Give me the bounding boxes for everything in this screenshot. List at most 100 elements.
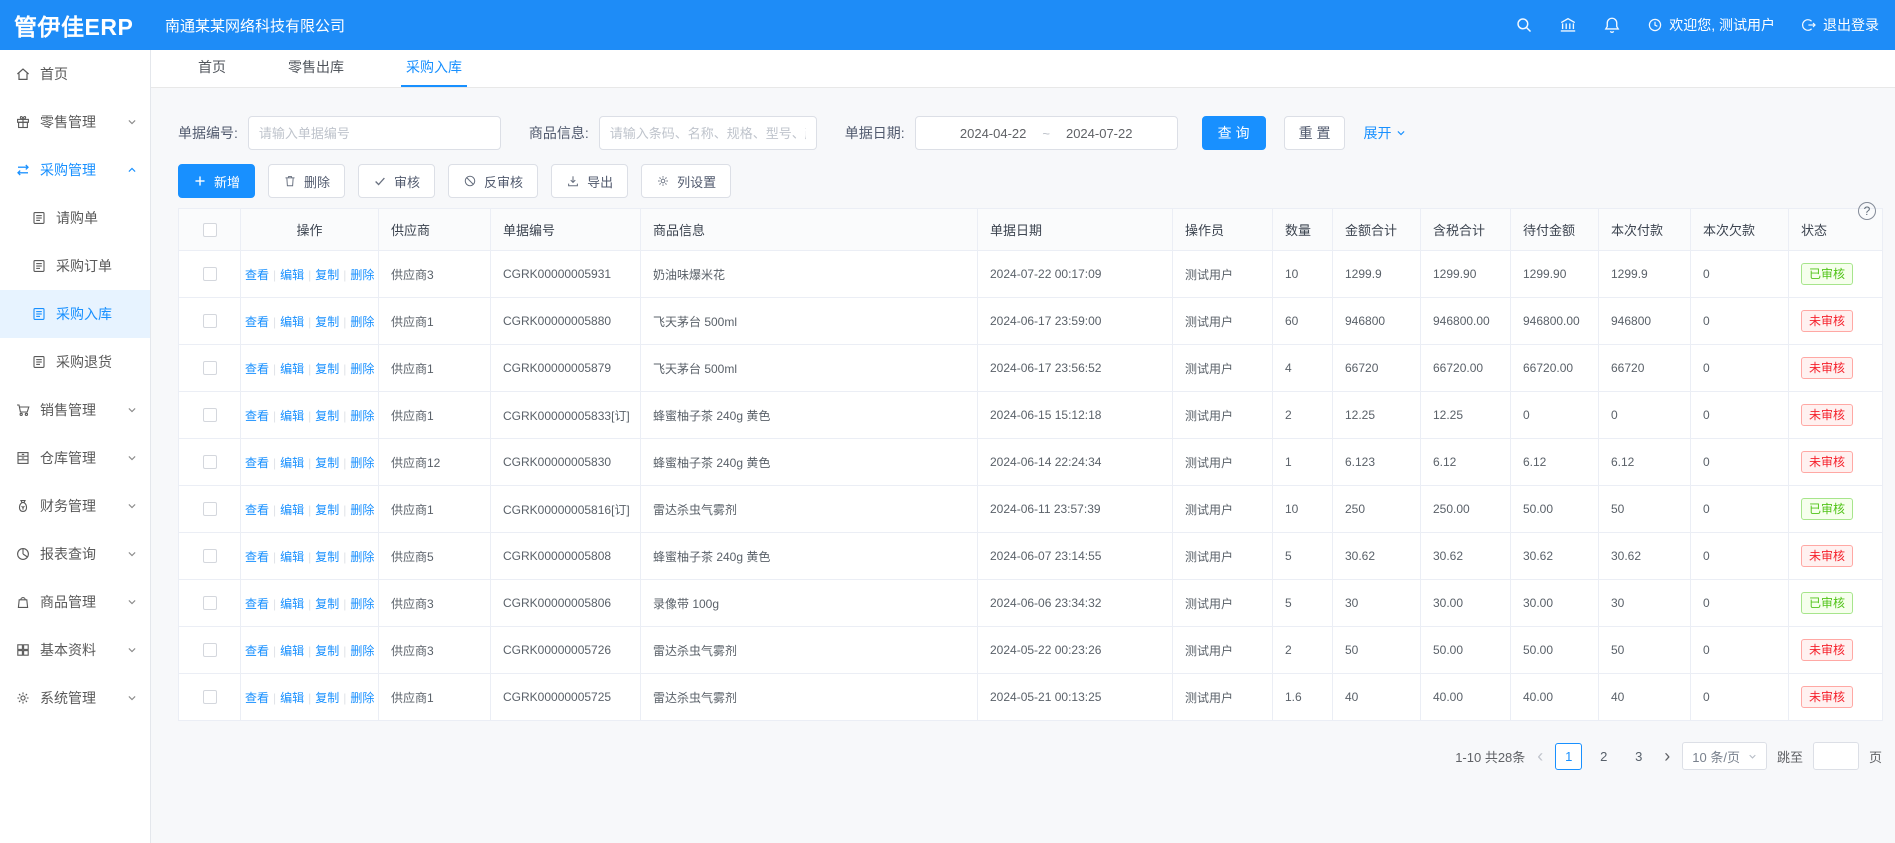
edit-link[interactable]: 编辑 bbox=[280, 362, 304, 376]
delete-link[interactable]: 删除 bbox=[350, 362, 374, 376]
view-link[interactable]: 查看 bbox=[245, 691, 269, 705]
order-no-input[interactable] bbox=[248, 116, 501, 150]
sidebar-item-basic-data[interactable]: 基本资料 bbox=[0, 626, 150, 674]
view-link[interactable]: 查看 bbox=[245, 456, 269, 470]
copy-link[interactable]: 复制 bbox=[315, 503, 339, 517]
delete-link[interactable]: 删除 bbox=[350, 268, 374, 282]
page-button-1[interactable]: 1 bbox=[1555, 743, 1582, 770]
copy-link[interactable]: 复制 bbox=[315, 691, 339, 705]
view-link[interactable]: 查看 bbox=[245, 503, 269, 517]
delete-link[interactable]: 删除 bbox=[350, 315, 374, 329]
sidebar-item-purchase-request[interactable]: 请购单 bbox=[0, 194, 150, 242]
copy-link[interactable]: 复制 bbox=[315, 315, 339, 329]
sidebar-item-system[interactable]: 系统管理 bbox=[0, 674, 150, 722]
next-page-button[interactable]: › bbox=[1662, 743, 1672, 769]
copy-link[interactable]: 复制 bbox=[315, 268, 339, 282]
delete-link[interactable]: 删除 bbox=[350, 597, 374, 611]
prev-page-button[interactable]: ‹ bbox=[1535, 743, 1545, 769]
sidebar-item-products[interactable]: 商品管理 bbox=[0, 578, 150, 626]
sidebar-item-purchase-return[interactable]: 采购退货 bbox=[0, 338, 150, 386]
edit-link[interactable]: 编辑 bbox=[280, 550, 304, 564]
audit-button[interactable]: 审核 bbox=[358, 164, 435, 198]
sidebar-item-finance[interactable]: 财务管理 bbox=[0, 482, 150, 530]
sidebar-item-purchase-inbound[interactable]: 采购入库 bbox=[0, 290, 150, 338]
date-start[interactable]: 2024-04-22 bbox=[960, 126, 1027, 141]
sidebar-item-warehouse[interactable]: 仓库管理 bbox=[0, 434, 150, 482]
edit-link[interactable]: 编辑 bbox=[280, 315, 304, 329]
edit-link[interactable]: 编辑 bbox=[280, 644, 304, 658]
row-checkbox[interactable] bbox=[203, 502, 217, 516]
bank-icon[interactable] bbox=[1559, 16, 1577, 34]
row-checkbox[interactable] bbox=[203, 596, 217, 610]
sidebar-item-purchase-order[interactable]: 采购订单 bbox=[0, 242, 150, 290]
copy-link[interactable]: 复制 bbox=[315, 409, 339, 423]
row-checkbox[interactable] bbox=[203, 455, 217, 469]
search-button[interactable]: 查 询 bbox=[1202, 116, 1266, 150]
reset-button[interactable]: 重 置 bbox=[1284, 116, 1346, 150]
row-checkbox[interactable] bbox=[203, 267, 217, 281]
tab-home[interactable]: 首页 bbox=[193, 50, 231, 87]
add-button[interactable]: 新增 bbox=[178, 164, 255, 198]
jump-page-input[interactable] bbox=[1813, 742, 1859, 770]
delete-link[interactable]: 删除 bbox=[350, 409, 374, 423]
edit-link[interactable]: 编辑 bbox=[280, 456, 304, 470]
row-checkbox[interactable] bbox=[203, 643, 217, 657]
delete-link[interactable]: 删除 bbox=[350, 644, 374, 658]
row-checkbox[interactable] bbox=[203, 408, 217, 422]
export-button[interactable]: 导出 bbox=[551, 164, 628, 198]
view-link[interactable]: 查看 bbox=[245, 315, 269, 329]
doc-icon bbox=[31, 258, 47, 274]
sidebar-item-home[interactable]: 首页 bbox=[0, 50, 150, 98]
view-link[interactable]: 查看 bbox=[245, 409, 269, 423]
row-checkbox[interactable] bbox=[203, 549, 217, 563]
delete-link[interactable]: 删除 bbox=[350, 691, 374, 705]
cell-qty: 1 bbox=[1273, 439, 1333, 486]
select-all-checkbox[interactable] bbox=[203, 223, 217, 237]
date-range-picker[interactable]: 2024-04-22 ~ 2024-07-22 bbox=[915, 116, 1178, 150]
tab-retail-outbound[interactable]: 零售出库 bbox=[283, 50, 349, 87]
view-link[interactable]: 查看 bbox=[245, 362, 269, 376]
page-button-2[interactable]: 2 bbox=[1590, 743, 1617, 770]
sidebar-item-label: 基本资料 bbox=[40, 640, 96, 660]
sidebar-item-purchase[interactable]: 采购管理 bbox=[0, 146, 150, 194]
page-size-select[interactable]: 10 条/页 bbox=[1682, 742, 1767, 770]
view-link[interactable]: 查看 bbox=[245, 550, 269, 564]
edit-link[interactable]: 编辑 bbox=[280, 597, 304, 611]
page-button-3[interactable]: 3 bbox=[1625, 743, 1652, 770]
sidebar-item-retail[interactable]: 零售管理 bbox=[0, 98, 150, 146]
copy-link[interactable]: 复制 bbox=[315, 644, 339, 658]
sidebar-item-reports[interactable]: 报表查询 bbox=[0, 530, 150, 578]
edit-link[interactable]: 编辑 bbox=[280, 409, 304, 423]
row-checkbox[interactable] bbox=[203, 314, 217, 328]
edit-link[interactable]: 编辑 bbox=[280, 691, 304, 705]
column-settings-button[interactable]: 列设置 bbox=[641, 164, 731, 198]
edit-link[interactable]: 编辑 bbox=[280, 503, 304, 517]
delete-link[interactable]: 删除 bbox=[350, 456, 374, 470]
copy-link[interactable]: 复制 bbox=[315, 597, 339, 611]
sidebar-item-label: 商品管理 bbox=[40, 592, 96, 612]
copy-link[interactable]: 复制 bbox=[315, 456, 339, 470]
tab-purchase-inbound[interactable]: 采购入库 bbox=[401, 50, 467, 87]
unaudit-button[interactable]: 反审核 bbox=[448, 164, 538, 198]
delete-link[interactable]: 删除 bbox=[350, 503, 374, 517]
delete-link[interactable]: 删除 bbox=[350, 550, 374, 564]
copy-link[interactable]: 复制 bbox=[315, 550, 339, 564]
row-checkbox[interactable] bbox=[203, 361, 217, 375]
product-info-input[interactable] bbox=[599, 116, 817, 150]
delete-button[interactable]: 删除 bbox=[268, 164, 345, 198]
expand-link[interactable]: 展开 bbox=[1363, 123, 1406, 143]
view-link[interactable]: 查看 bbox=[245, 268, 269, 282]
view-link[interactable]: 查看 bbox=[245, 597, 269, 611]
search-icon[interactable] bbox=[1515, 16, 1533, 34]
logout-button[interactable]: 退出登录 bbox=[1801, 15, 1879, 35]
date-end[interactable]: 2024-07-22 bbox=[1066, 126, 1133, 141]
bell-icon[interactable] bbox=[1603, 16, 1621, 34]
divider: | bbox=[343, 644, 346, 658]
pagination-bar: 1-10 共28条 ‹ 123 › 10 条/页 跳至 页 bbox=[178, 742, 1882, 770]
help-icon[interactable]: ? bbox=[1858, 202, 1876, 220]
copy-link[interactable]: 复制 bbox=[315, 362, 339, 376]
sidebar-item-sales[interactable]: 销售管理 bbox=[0, 386, 150, 434]
row-checkbox[interactable] bbox=[203, 690, 217, 704]
view-link[interactable]: 查看 bbox=[245, 644, 269, 658]
edit-link[interactable]: 编辑 bbox=[280, 268, 304, 282]
